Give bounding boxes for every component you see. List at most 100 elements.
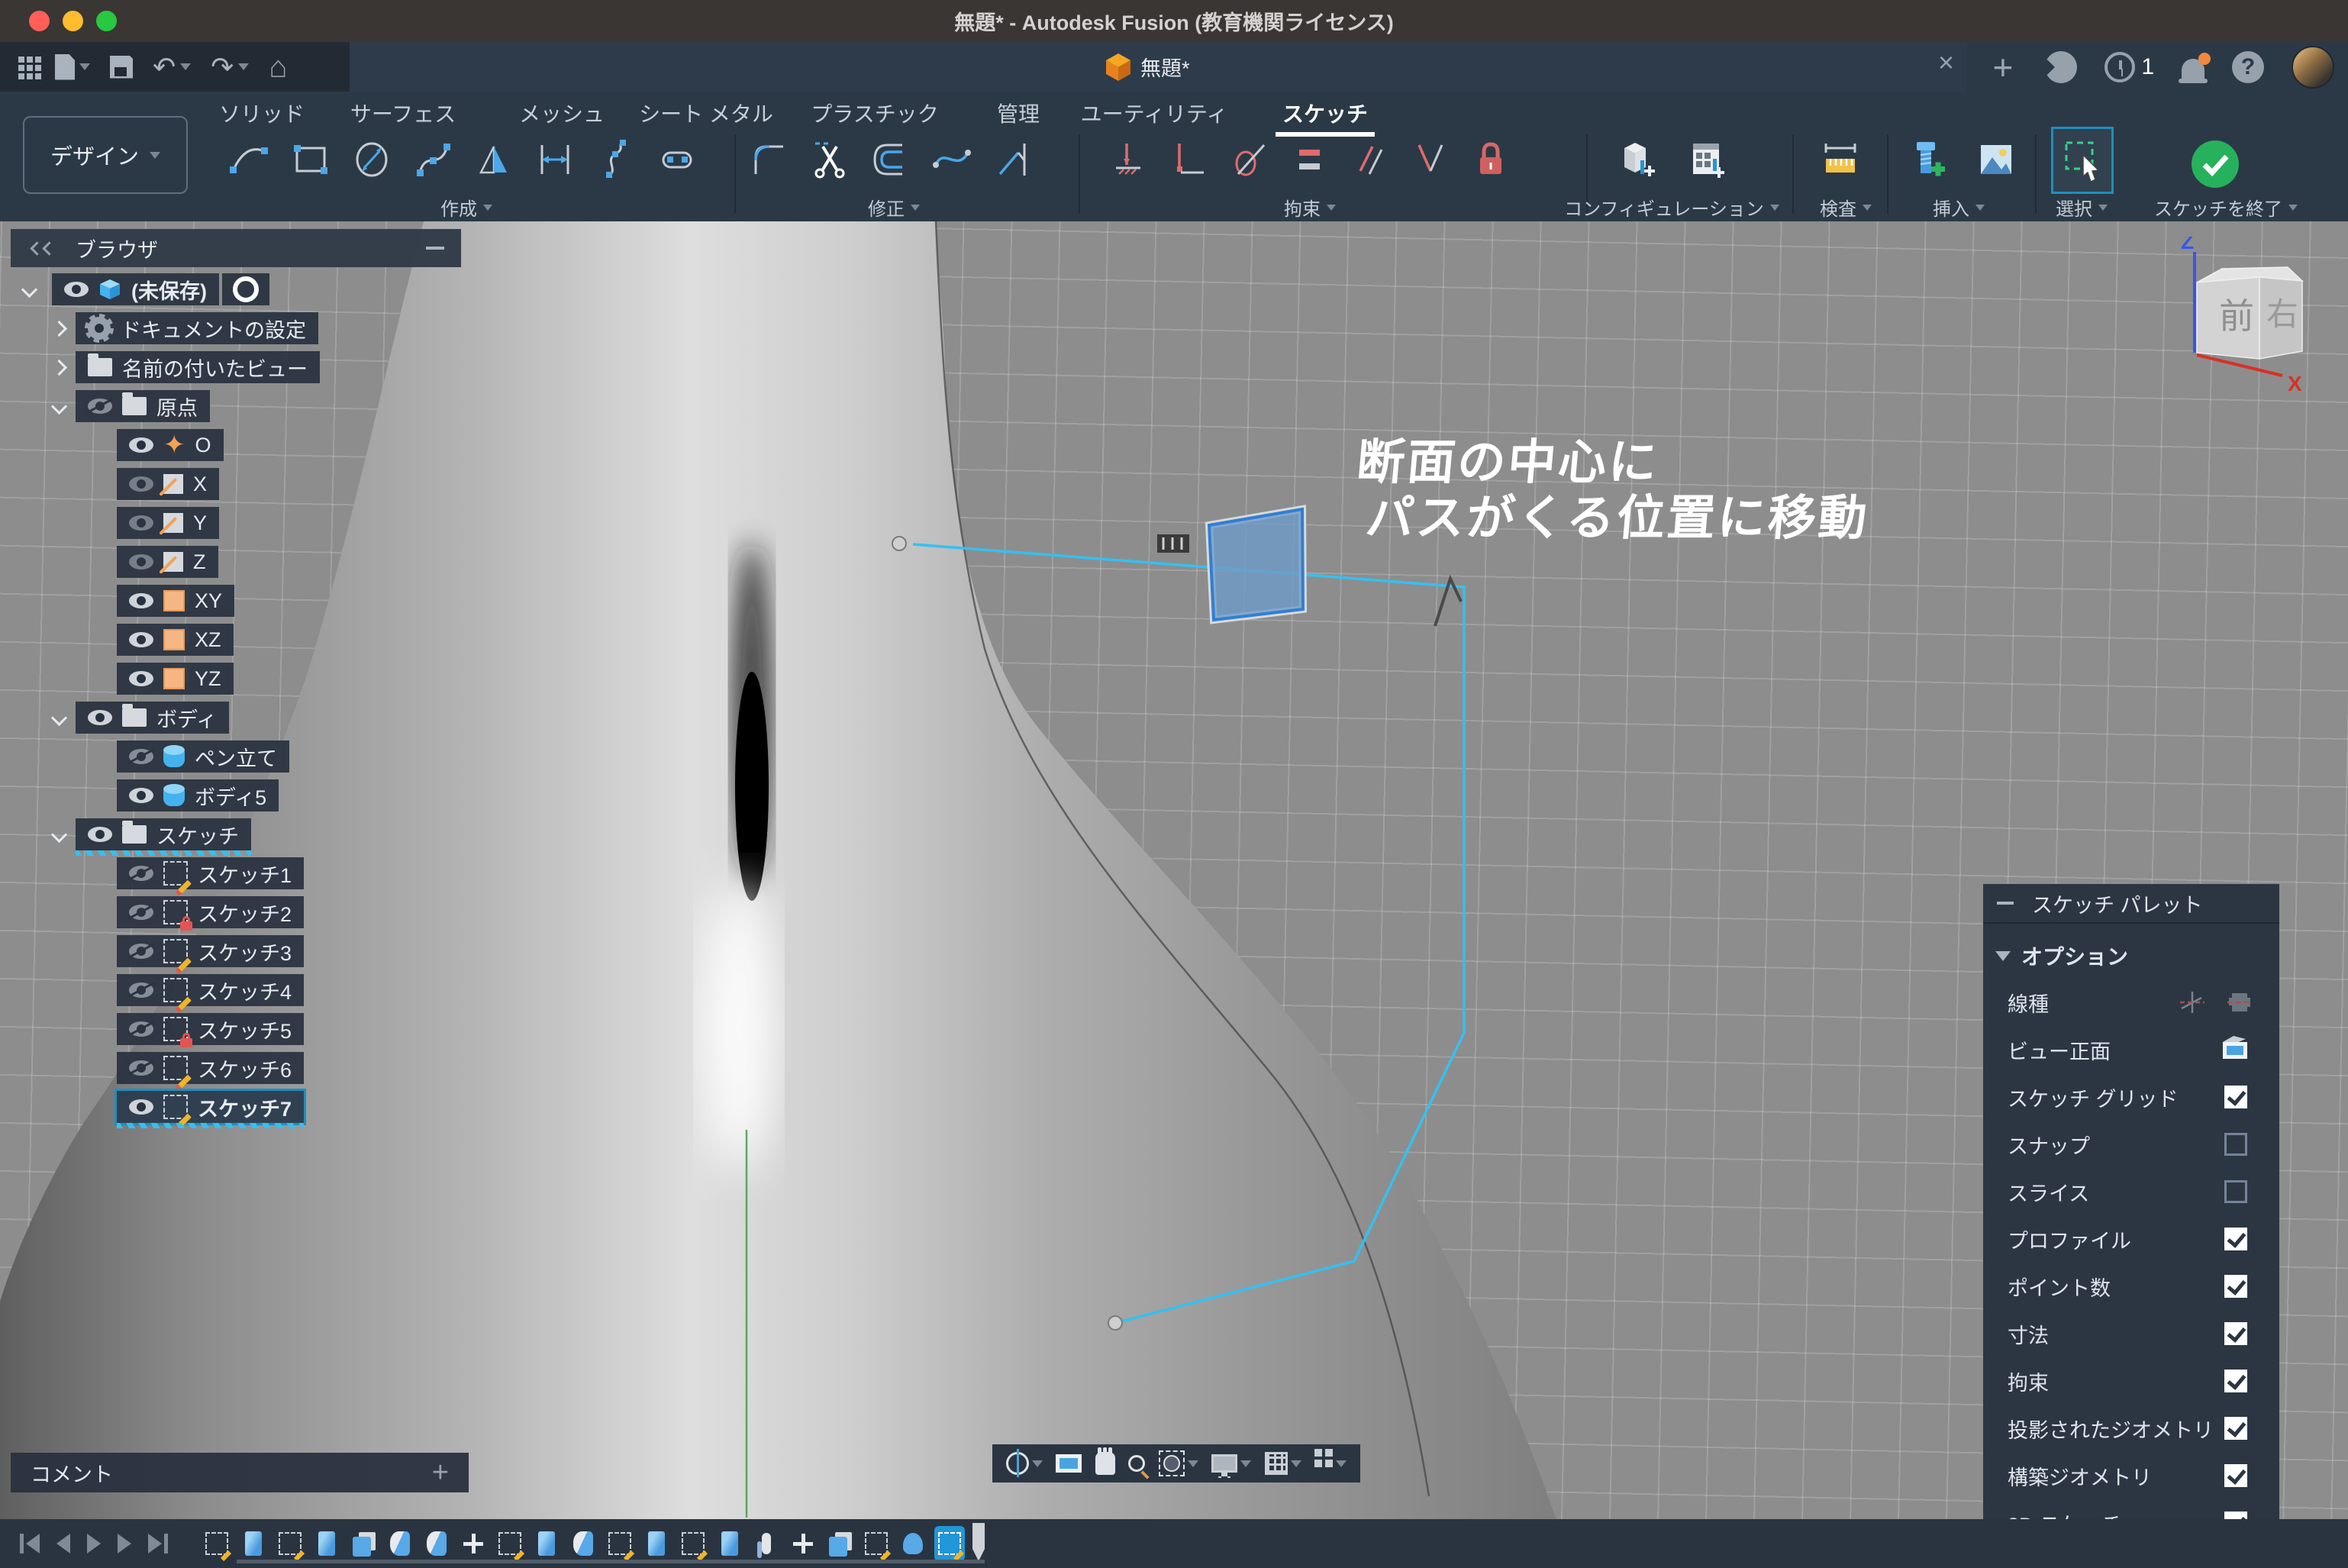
viewports-icon[interactable] (1314, 1460, 1347, 1467)
offset-tool-icon[interactable] (867, 136, 914, 183)
comments-panel[interactable]: コメント + (11, 1453, 469, 1492)
feature-loft[interactable] (385, 1526, 415, 1561)
checkbox-unchecked[interactable] (2224, 1180, 2247, 1203)
tree-row-sketch6[interactable]: スケッチ6 (11, 1052, 461, 1084)
eye-off-icon[interactable] (129, 1060, 153, 1076)
browser-header[interactable]: ブラウザ (11, 229, 461, 267)
tab-mesh[interactable]: メッシュ (519, 98, 605, 128)
centerline-icon[interactable] (2179, 989, 2206, 1016)
tree-row-plane-xz[interactable]: XZ (11, 624, 461, 656)
eye-icon[interactable] (129, 788, 153, 803)
tree-row-body-penholder[interactable]: ペン立て (11, 740, 461, 773)
feature-sketch[interactable] (495, 1526, 525, 1561)
document-tab[interactable]: 無題* × (350, 42, 1966, 92)
new-tab-icon[interactable]: + (1992, 52, 2013, 82)
feature-extrude[interactable] (714, 1526, 745, 1561)
feature-combine[interactable] (348, 1526, 379, 1561)
tree-row-sketch3[interactable]: スケッチ3 (11, 935, 461, 967)
horizontal-vertical-constraint-icon[interactable] (1166, 136, 1213, 183)
eye-icon[interactable] (129, 632, 153, 647)
parallel-constraint-icon[interactable] (1347, 136, 1394, 183)
eye-icon[interactable] (129, 1099, 153, 1115)
tree-row-named-views[interactable]: 名前の付いたビュー (11, 351, 461, 383)
tab-plastic[interactable]: プラスチック (811, 98, 938, 128)
insert-group-label[interactable]: 挿入 (1933, 194, 1985, 221)
skip-to-end-button[interactable] (148, 1534, 168, 1553)
app-grid-icon[interactable] (18, 64, 35, 70)
eye-icon[interactable] (129, 437, 153, 453)
feature-extrude[interactable] (641, 1526, 672, 1561)
job-status-icon[interactable]: 1 (2104, 52, 2154, 82)
tab-utilities[interactable]: ユーティリティ (1081, 98, 1228, 128)
chevron-right-icon[interactable] (51, 320, 67, 336)
close-window-button[interactable] (29, 11, 50, 31)
palette-options-section[interactable]: オプション (1995, 940, 2279, 971)
look-at-icon[interactable] (2220, 1034, 2250, 1060)
feature-form[interactable] (898, 1526, 928, 1561)
configuration-group-label[interactable]: コンフィギュレーション (1564, 194, 1779, 221)
fit-point-spline-tool-icon[interactable] (592, 136, 640, 183)
tab-sheetmetal[interactable]: シート メタル (639, 98, 773, 128)
insert-image-icon[interactable] (1972, 136, 2020, 183)
feature-sketch[interactable] (275, 1526, 305, 1561)
feature-pin[interactable] (751, 1526, 782, 1561)
play-button[interactable] (87, 1534, 101, 1553)
redo-button[interactable]: ↷ (211, 56, 249, 79)
tree-row-axis-x[interactable]: X (11, 468, 461, 500)
tree-row-axis-z[interactable]: Z (11, 546, 461, 578)
zoom-window-icon[interactable] (1159, 1450, 1198, 1476)
tree-row-axis-y[interactable]: Y (11, 507, 461, 539)
tangent-constraint-icon[interactable] (1226, 136, 1273, 183)
trim-tool-icon[interactable] (806, 136, 853, 183)
checkbox-checked[interactable] (2224, 1464, 2247, 1487)
eye-off-icon[interactable] (129, 1021, 153, 1037)
step-back-button[interactable] (56, 1534, 70, 1553)
undo-button[interactable]: ↶ (153, 56, 191, 79)
feature-extrude[interactable] (531, 1526, 562, 1561)
notifications-bell-icon[interactable] (2182, 59, 2204, 79)
feature-extrude[interactable] (311, 1526, 342, 1561)
constraints-group-label[interactable]: 拘束 (1284, 194, 1336, 221)
spline-tool-icon[interactable] (409, 136, 456, 183)
chevron-down-icon[interactable] (51, 826, 67, 842)
tree-row-sketch1[interactable]: スケッチ1 (11, 857, 461, 889)
palette-header[interactable]: スケッチ パレット (1983, 884, 2279, 924)
eye-off-icon[interactable] (129, 905, 153, 920)
minimize-window-button[interactable] (63, 11, 83, 31)
feature-extrude[interactable] (238, 1526, 269, 1561)
skip-to-start-button[interactable] (20, 1534, 40, 1553)
tab-surface[interactable]: サーフェス (350, 98, 456, 128)
save-button[interactable] (110, 56, 133, 79)
eye-off-icon[interactable] (129, 866, 153, 881)
timeline-scrollbar[interactable] (237, 1560, 985, 1563)
eye-off-icon[interactable] (129, 944, 153, 959)
eye-off-icon[interactable] (88, 398, 112, 414)
add-comment-icon[interactable]: + (432, 1457, 449, 1489)
equal-constraint-icon[interactable] (1286, 136, 1334, 183)
workspace-selector[interactable]: デザイン (23, 116, 188, 194)
finish-sketch-button[interactable] (2190, 139, 2240, 193)
tree-row-origin-point[interactable]: ✦ O (11, 429, 461, 461)
eye-icon[interactable] (129, 671, 153, 686)
pan-icon[interactable] (1095, 1452, 1115, 1475)
checkbox-checked[interactable] (2224, 1275, 2247, 1298)
construction-line-icon[interactable] (2226, 989, 2253, 1016)
checkbox-checked[interactable] (2224, 1322, 2247, 1345)
tree-row-sketch5[interactable]: スケッチ5 (11, 1013, 461, 1045)
measure-icon[interactable] (1817, 136, 1864, 183)
zoom-icon[interactable] (1128, 1455, 1145, 1472)
tree-row-origin-folder[interactable]: 原点 (11, 390, 461, 422)
tree-row-plane-yz[interactable]: YZ (11, 663, 461, 695)
line-tool-icon[interactable] (226, 136, 273, 183)
tree-row-sketch2[interactable]: スケッチ2 (11, 896, 461, 928)
tree-row-sketch7-active[interactable]: スケッチ7 (11, 1091, 461, 1123)
tab-sketch[interactable]: スケッチ (1282, 98, 1368, 128)
timeline-marker[interactable] (972, 1523, 985, 1561)
insert-fastener-icon[interactable] (1904, 136, 1951, 183)
tree-row-bodies-folder[interactable]: ボディ (11, 702, 461, 734)
close-tab-icon[interactable]: × (1938, 47, 1954, 79)
feature-combine[interactable] (824, 1526, 855, 1561)
mirror-tool-icon[interactable] (470, 136, 518, 183)
lock-constraint-icon[interactable] (1467, 136, 1514, 183)
eye-icon[interactable] (129, 515, 153, 531)
